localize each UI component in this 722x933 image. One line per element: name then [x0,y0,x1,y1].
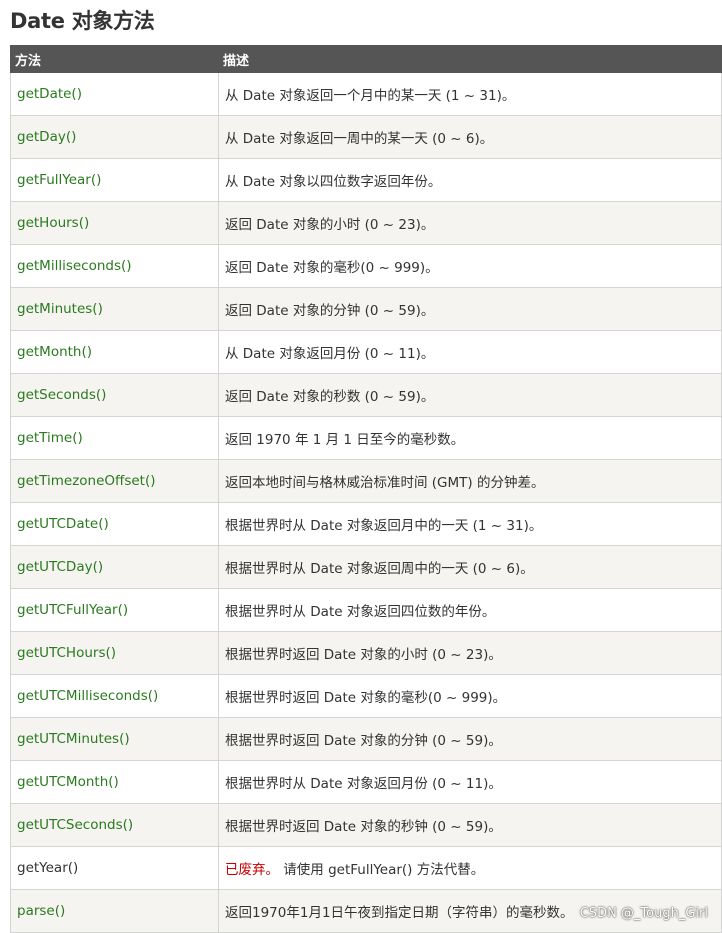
table-row: getYear() 已废弃。 请使用 getFullYear() 方法代替。 [10,846,722,890]
date-methods-table: 方法 描述 getDate() 从 Date 对象返回一个月中的某一天 (1 ~… [10,45,722,933]
method-description: 根据世界时返回 Date 对象的小时 (0 ~ 23)。 [218,631,722,675]
table-row: getMilliseconds() 返回 Date 对象的毫秒(0 ~ 999)… [10,244,722,288]
table-row: getUTCSeconds() 根据世界时返回 Date 对象的秒钟 (0 ~ … [10,803,722,847]
table-row: getTimezoneOffset() 返回本地时间与格林威治标准时间 (GMT… [10,459,722,503]
method-link[interactable]: getUTCMonth() [10,760,219,804]
deprecated-note: 请使用 getFullYear() 方法代替。 [279,862,485,878]
method-description: 从 Date 对象以四位数字返回年份。 [218,158,722,202]
method-link[interactable]: getUTCDate() [10,502,219,546]
table-row: getTime() 返回 1970 年 1 月 1 日至今的毫秒数。 [10,416,722,460]
method-description: 根据世界时从 Date 对象返回四位数的年份。 [218,588,722,632]
table-row: getUTCMonth() 根据世界时从 Date 对象返回月份 (0 ~ 11… [10,760,722,804]
table-header-row: 方法 描述 [10,45,722,73]
method-description: 返回 Date 对象的秒数 (0 ~ 59)。 [218,373,722,417]
method-link[interactable]: getUTCDay() [10,545,219,589]
method-link[interactable]: getMonth() [10,330,219,374]
table-row: getDate() 从 Date 对象返回一个月中的某一天 (1 ~ 31)。 [10,72,722,116]
table-row: getUTCMilliseconds() 根据世界时返回 Date 对象的毫秒(… [10,674,722,718]
method-description: 根据世界时从 Date 对象返回周中的一天 (0 ~ 6)。 [218,545,722,589]
method-link[interactable]: getTimezoneOffset() [10,459,219,503]
table-row: getMinutes() 返回 Date 对象的分钟 (0 ~ 59)。 [10,287,722,331]
method-link[interactable]: getUTCHours() [10,631,219,675]
method-link[interactable]: getFullYear() [10,158,219,202]
method-link[interactable]: getUTCMilliseconds() [10,674,219,718]
method-link[interactable]: getHours() [10,201,219,245]
method-link[interactable]: getUTCMinutes() [10,717,219,761]
method-link[interactable]: getUTCSeconds() [10,803,219,847]
table-row: getHours() 返回 Date 对象的小时 (0 ~ 23)。 [10,201,722,245]
method-description: 根据世界时从 Date 对象返回月中的一天 (1 ~ 31)。 [218,502,722,546]
table-row: getUTCDay() 根据世界时从 Date 对象返回周中的一天 (0 ~ 6… [10,545,722,589]
table-row: getUTCHours() 根据世界时返回 Date 对象的小时 (0 ~ 23… [10,631,722,675]
watermark: CSDN @_Tough_Girl [579,906,708,921]
method-description: 根据世界时从 Date 对象返回月份 (0 ~ 11)。 [218,760,722,804]
method-link[interactable]: getDay() [10,115,219,159]
method-description: 已废弃。 请使用 getFullYear() 方法代替。 [218,846,722,890]
method-link[interactable]: getMinutes() [10,287,219,331]
method-description: 返回本地时间与格林威治标准时间 (GMT) 的分钟差。 [218,459,722,503]
method-description: 返回 Date 对象的分钟 (0 ~ 59)。 [218,287,722,331]
method-description: 根据世界时返回 Date 对象的分钟 (0 ~ 59)。 [218,717,722,761]
table-row: getDay() 从 Date 对象返回一周中的某一天 (0 ~ 6)。 [10,115,722,159]
method-link[interactable]: parse() [10,889,219,933]
method-description: 根据世界时返回 Date 对象的毫秒(0 ~ 999)。 [218,674,722,718]
table-row: getFullYear() 从 Date 对象以四位数字返回年份。 [10,158,722,202]
method-description: 返回 Date 对象的毫秒(0 ~ 999)。 [218,244,722,288]
column-header-description: 描述 [218,45,722,73]
table-row: getUTCMinutes() 根据世界时返回 Date 对象的分钟 (0 ~ … [10,717,722,761]
method-name: getYear() [10,846,219,890]
method-description: 从 Date 对象返回月份 (0 ~ 11)。 [218,330,722,374]
method-link[interactable]: getSeconds() [10,373,219,417]
method-link[interactable]: getDate() [10,72,219,116]
method-link[interactable]: getMilliseconds() [10,244,219,288]
table-row: getUTCDate() 根据世界时从 Date 对象返回月中的一天 (1 ~ … [10,502,722,546]
column-header-method: 方法 [10,45,219,73]
deprecated-label: 已废弃。 [225,862,279,878]
table-row: getMonth() 从 Date 对象返回月份 (0 ~ 11)。 [10,330,722,374]
method-description: 返回 Date 对象的小时 (0 ~ 23)。 [218,201,722,245]
page-title: Date 对象方法 [10,9,155,33]
method-description: 从 Date 对象返回一个月中的某一天 (1 ~ 31)。 [218,72,722,116]
method-description: 从 Date 对象返回一周中的某一天 (0 ~ 6)。 [218,115,722,159]
method-description: 根据世界时返回 Date 对象的秒钟 (0 ~ 59)。 [218,803,722,847]
table-row: getSeconds() 返回 Date 对象的秒数 (0 ~ 59)。 [10,373,722,417]
method-link[interactable]: getUTCFullYear() [10,588,219,632]
method-description: 返回 1970 年 1 月 1 日至今的毫秒数。 [218,416,722,460]
table-row: getUTCFullYear() 根据世界时从 Date 对象返回四位数的年份。 [10,588,722,632]
method-link[interactable]: getTime() [10,416,219,460]
